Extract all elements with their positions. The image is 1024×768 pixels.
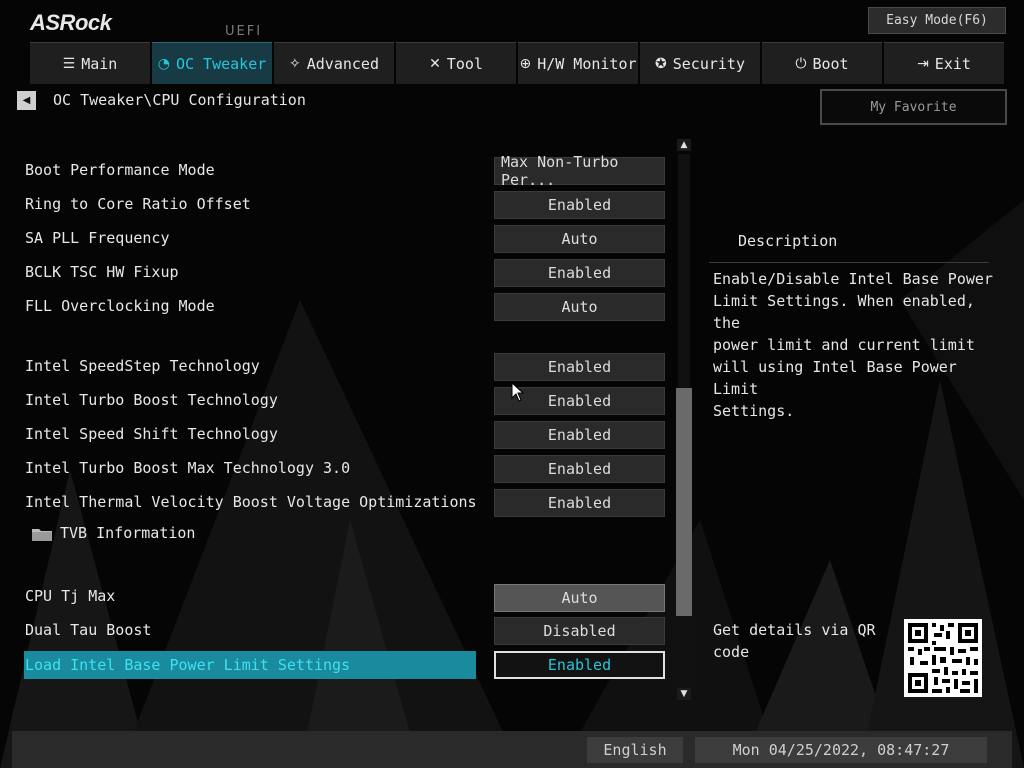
- description-line: will using Intel Base Power Limit: [713, 358, 957, 398]
- scroll-down-icon[interactable]: ▼: [677, 688, 691, 700]
- setting-label[interactable]: Ring to Core Ratio Offset: [25, 195, 251, 213]
- tab-main[interactable]: ☰ Main: [30, 42, 150, 84]
- setting-value[interactable]: Enabled: [494, 455, 665, 483]
- setting-value[interactable]: Enabled: [494, 421, 665, 449]
- description-heading: Description: [738, 232, 838, 250]
- setting-value[interactable]: Auto: [494, 584, 665, 612]
- setting-label[interactable]: Intel Thermal Velocity Boost Voltage Opt…: [25, 493, 477, 511]
- breadcrumb: OC Tweaker\CPU Configuration: [53, 91, 306, 109]
- list-icon: ☰: [62, 55, 76, 72]
- description-text: Enable/Disable Intel Base Power Limit Se…: [713, 268, 998, 422]
- setting-value[interactable]: Max Non-Turbo Per...: [494, 153, 665, 189]
- speedometer-icon: ◔: [157, 55, 170, 72]
- description-divider: [709, 262, 989, 263]
- tab-security-label: Security: [672, 54, 745, 73]
- scrollbar-thumb[interactable]: [676, 388, 692, 616]
- date-time: Mon 04/25/2022, 08:47:27: [695, 737, 987, 763]
- exit-icon: ⇥: [917, 55, 929, 72]
- tab-advanced-label: Advanced: [306, 54, 379, 73]
- setting-value[interactable]: Enabled: [494, 489, 665, 517]
- selected-setting-label[interactable]: Load Intel Base Power Limit Settings: [24, 651, 476, 679]
- setting-label[interactable]: Intel Speed Shift Technology: [25, 425, 278, 443]
- back-button[interactable]: ◀: [17, 91, 36, 110]
- tab-security[interactable]: ✪ Security: [640, 42, 760, 84]
- description-line: Enable/Disable Intel Base Power: [713, 270, 993, 288]
- setting-value[interactable]: Enabled: [494, 259, 665, 287]
- tab-hw-monitor[interactable]: ⊕ H/W Monitor: [518, 42, 638, 84]
- folder-icon: [32, 529, 52, 541]
- mouse-cursor-icon: [511, 382, 525, 402]
- power-icon: ⏻: [795, 55, 807, 72]
- setting-value[interactable]: Enabled: [494, 353, 665, 381]
- description-line: power limit and current limit: [713, 336, 975, 354]
- setting-label[interactable]: FLL Overclocking Mode: [25, 297, 215, 315]
- tab-hw-monitor-label: H/W Monitor: [537, 54, 637, 73]
- tab-boot[interactable]: ⏻ Boot: [762, 42, 882, 84]
- tab-exit-label: Exit: [934, 54, 971, 73]
- description-line: Settings.: [713, 402, 795, 420]
- easy-mode-button[interactable]: Easy Mode(F6): [868, 7, 1006, 34]
- setting-label[interactable]: Intel Turbo Boost Technology: [25, 391, 278, 409]
- my-favorite-button[interactable]: My Favorite: [820, 89, 1007, 125]
- setting-label[interactable]: CPU Tj Max: [25, 587, 115, 605]
- arrow-left-icon: ◀: [22, 95, 31, 106]
- tab-tool[interactable]: ✕ Tool: [396, 42, 516, 84]
- selected-setting-value[interactable]: Enabled: [494, 651, 665, 679]
- qr-caption-line: Get details via QR: [713, 621, 876, 639]
- setting-label[interactable]: SA PLL Frequency: [25, 229, 170, 247]
- scroll-up-icon[interactable]: ▲: [677, 139, 691, 151]
- monitor-icon: ⊕: [519, 55, 532, 72]
- asrock-logo: ASRock: [30, 10, 112, 35]
- qr-caption-line: code: [713, 643, 750, 661]
- tab-exit[interactable]: ⇥ Exit: [884, 42, 1004, 84]
- tab-boot-label: Boot: [812, 54, 849, 73]
- tab-main-label: Main: [81, 54, 118, 73]
- tab-oc-tweaker[interactable]: ◔ OC Tweaker: [152, 42, 272, 84]
- language-button[interactable]: English: [587, 737, 683, 763]
- qr-caption: Get details via QR code: [713, 619, 888, 663]
- setting-label[interactable]: Boot Performance Mode: [25, 161, 215, 179]
- tab-oc-tweaker-label: OC Tweaker: [175, 54, 267, 73]
- star-icon: ✧: [289, 55, 301, 72]
- setting-label[interactable]: Intel SpeedStep Technology: [25, 357, 260, 375]
- setting-label[interactable]: Dual Tau Boost: [25, 621, 151, 639]
- shield-icon: ✪: [655, 55, 667, 72]
- setting-label[interactable]: Intel Turbo Boost Max Technology 3.0: [25, 459, 350, 477]
- setting-value[interactable]: Disabled: [494, 617, 665, 645]
- setting-value[interactable]: Auto: [494, 293, 665, 321]
- qr-code-icon: [904, 619, 982, 697]
- tab-tool-label: Tool: [446, 54, 483, 73]
- setting-value[interactable]: Enabled: [494, 191, 665, 219]
- tab-advanced[interactable]: ✧ Advanced: [274, 42, 394, 84]
- submenu-tvb-information[interactable]: TVB Information: [60, 524, 195, 542]
- description-line: Limit Settings. When enabled, the: [713, 292, 975, 332]
- setting-value[interactable]: Auto: [494, 225, 665, 253]
- setting-label[interactable]: BCLK TSC HW Fixup: [25, 263, 179, 281]
- tools-icon: ✕: [429, 55, 441, 72]
- top-tabs: ☰ Main ◔ OC Tweaker ✧ Advanced ✕ Tool ⊕ …: [30, 42, 1020, 84]
- uefi-label: UEFI: [225, 24, 263, 39]
